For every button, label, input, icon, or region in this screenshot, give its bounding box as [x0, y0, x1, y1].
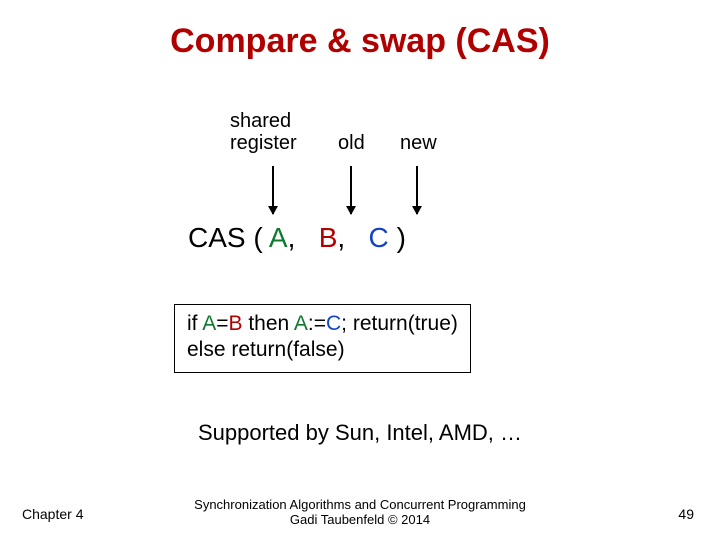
cas-arg-c: C [369, 222, 389, 253]
supported-text: Supported by Sun, Intel, AMD, … [0, 420, 720, 446]
label-new: new [400, 132, 437, 155]
pseudocode-line: else return(false) [187, 337, 458, 363]
arrow-down-icon [350, 166, 352, 214]
cas-arg-b: B [319, 222, 338, 253]
cas-sep: , [288, 222, 296, 253]
var-b: B [228, 312, 242, 335]
txt: then [242, 312, 293, 335]
txt: := [308, 312, 326, 335]
footer-line: Synchronization Algorithms and Concurren… [194, 497, 526, 512]
cas-expression: CAS ( A, B, C ) [188, 222, 406, 254]
arrow-down-icon [272, 166, 274, 214]
txt: if [187, 312, 202, 335]
cas-suffix: ) [397, 222, 406, 253]
var-a: A [202, 312, 216, 335]
txt: = [216, 312, 228, 335]
cas-prefix: CAS ( [188, 222, 263, 253]
label-shared-register: shared register [230, 110, 297, 154]
pseudocode-box: if A=B then A:=C; return(true) else retu… [174, 304, 471, 373]
pseudocode-line: if A=B then A:=C; return(true) [187, 311, 458, 337]
label-old: old [338, 132, 365, 155]
cas-sep: , [337, 222, 345, 253]
page-number: 49 [678, 506, 694, 522]
footer-attribution: Synchronization Algorithms and Concurren… [0, 497, 720, 528]
footer-line: Gadi Taubenfeld © 2014 [290, 512, 430, 527]
var-a: A [294, 312, 308, 335]
cas-arg-a: A [269, 222, 288, 253]
var-c: C [326, 312, 341, 335]
arrow-down-icon [416, 166, 418, 214]
txt: ; return(true) [341, 312, 458, 335]
slide-title: Compare & swap (CAS) [0, 22, 720, 61]
